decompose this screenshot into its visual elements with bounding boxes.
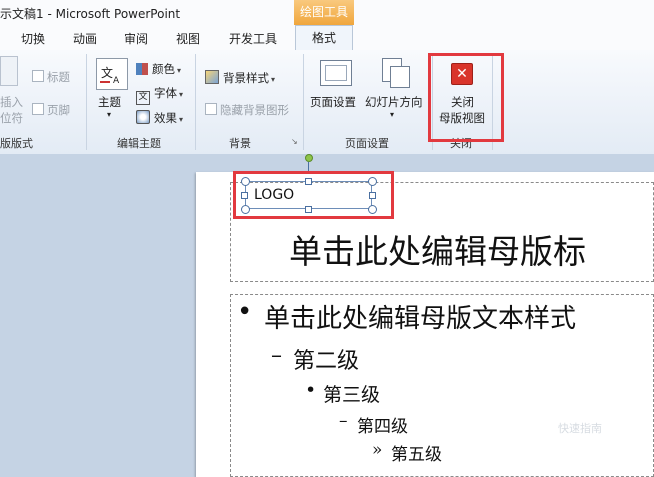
- svg-text:文: 文: [101, 65, 113, 80]
- dash-bullet-icon: –: [339, 411, 348, 431]
- fonts-label: 字体: [154, 86, 177, 100]
- colors-label: 颜色: [152, 62, 175, 76]
- insert-placeholder-label-2: 位符: [0, 111, 23, 125]
- group-label-background: 背景: [229, 137, 251, 150]
- colors-button[interactable]: 颜色 ▾: [136, 61, 181, 77]
- chevron-down-icon: ▾: [179, 90, 184, 99]
- svg-text:A: A: [113, 76, 120, 86]
- rotate-handle-icon[interactable]: [305, 154, 313, 162]
- effects-label: 效果: [154, 111, 177, 125]
- chevron-down-icon: ▾: [271, 75, 276, 84]
- drawing-tools-header: 绘图工具: [294, 0, 354, 25]
- tab-view[interactable]: 视图: [176, 30, 200, 47]
- footer-checkbox-label: 页脚: [47, 103, 70, 117]
- title-checkbox[interactable]: 标题: [32, 69, 70, 85]
- dash-bullet-icon: –: [271, 343, 282, 368]
- page-setup-button[interactable]: 页面设置: [310, 94, 356, 110]
- tab-developer[interactable]: 开发工具: [229, 30, 277, 47]
- page-setup-icon[interactable]: [320, 60, 352, 86]
- background-styles-label: 背景样式: [223, 71, 269, 85]
- group-label-edit-theme: 编辑主题: [117, 137, 161, 150]
- body-level-4: 第四级: [357, 417, 408, 437]
- hide-background-label: 隐藏背景图形: [220, 103, 289, 117]
- bullet-icon: •: [237, 297, 253, 327]
- insert-placeholder-label-1: 插入: [0, 95, 23, 109]
- chevron-down-icon: ▾: [177, 66, 182, 75]
- group-separator: [195, 54, 196, 150]
- theme-glyph: 文A: [100, 65, 120, 86]
- theme-button[interactable]: 主题: [98, 94, 121, 110]
- insert-placeholder-icon[interactable]: [0, 56, 18, 86]
- body-placeholder[interactable]: • 单击此处编辑母版文本样式 – 第二级 • 第三级 – 第四级 » 第五级: [230, 294, 654, 477]
- colors-icon: [136, 63, 148, 75]
- effects-icon: [136, 110, 150, 124]
- hide-background-checkbox[interactable]: 隐藏背景图形: [205, 102, 289, 118]
- group-label-page-setup: 页面设置: [345, 137, 389, 150]
- page-copy-icon: [390, 66, 410, 88]
- chevron-down-icon: ▾: [179, 115, 184, 124]
- footer-checkbox[interactable]: 页脚: [32, 102, 70, 118]
- checkbox-icon: [32, 70, 44, 82]
- group-separator: [86, 54, 87, 150]
- tab-animations[interactable]: 动画: [73, 30, 97, 47]
- tab-format[interactable]: 格式: [295, 25, 353, 51]
- theme-icon[interactable]: 文A: [96, 58, 128, 90]
- checkbox-icon: [32, 103, 44, 115]
- slide-orientation-icon[interactable]: [382, 58, 410, 88]
- title-checkbox-label: 标题: [47, 70, 70, 84]
- dialog-launcher-icon[interactable]: ↘: [291, 137, 298, 146]
- double-arrow-icon: »: [372, 440, 383, 460]
- window-title: 示文稿1 - Microsoft PowerPoint: [0, 7, 181, 21]
- fonts-button[interactable]: 文字体 ▾: [136, 85, 183, 105]
- bullet-icon: •: [305, 379, 317, 401]
- group-separator: [303, 54, 304, 150]
- logo-highlight: [233, 171, 394, 219]
- ribbon: 插入 位符 标题 页脚 版版式 文A 主题 ▾ 颜色 ▾ 文字体 ▾ 效果 ▾ 编辑主…: [0, 50, 654, 155]
- paint-bucket-icon: [205, 70, 219, 84]
- slide-orientation-button[interactable]: 幻灯片方向: [365, 94, 423, 110]
- watermark-text: 快速指南: [558, 422, 602, 435]
- chevron-down-icon[interactable]: ▾: [390, 110, 394, 119]
- body-level-5: 第五级: [391, 445, 442, 465]
- chevron-down-icon[interactable]: ▾: [107, 110, 111, 119]
- tab-review[interactable]: 审阅: [124, 30, 148, 47]
- tab-transitions[interactable]: 切换: [21, 30, 45, 47]
- page-frame-icon: [325, 65, 347, 81]
- background-styles-button[interactable]: 背景样式 ▾: [205, 70, 275, 86]
- effects-button[interactable]: 效果 ▾: [136, 110, 183, 126]
- body-level-1: 单击此处编辑母版文本样式: [264, 304, 577, 334]
- group-label-layout: 版版式: [0, 137, 33, 150]
- body-level-3: 第三级: [323, 384, 381, 406]
- checkbox-icon: [205, 103, 217, 115]
- body-level-2: 第二级: [293, 349, 360, 374]
- fonts-icon: 文: [136, 91, 150, 105]
- close-master-view-highlight: [428, 53, 504, 142]
- title-placeholder-text: 单击此处编辑母版标: [289, 232, 586, 271]
